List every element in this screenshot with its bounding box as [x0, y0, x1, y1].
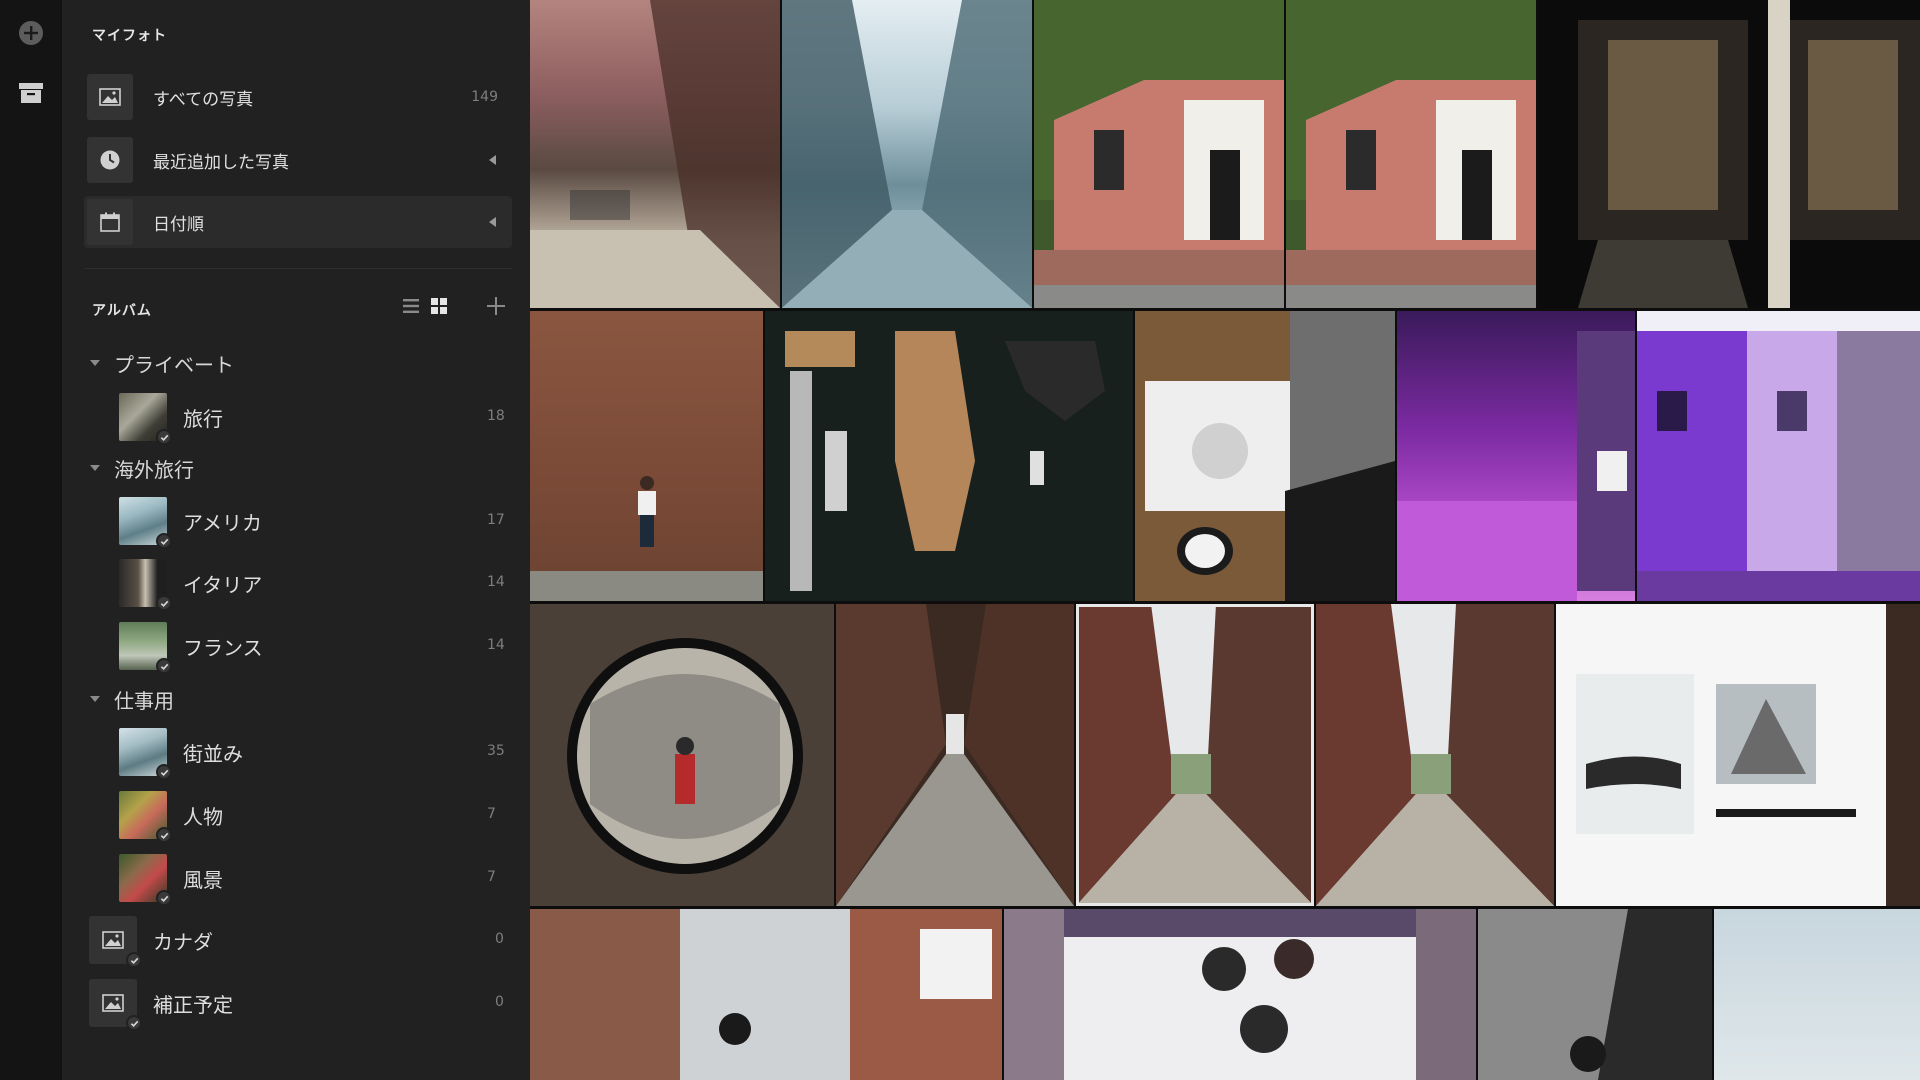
photo-thumbnail[interactable] — [530, 909, 1002, 1080]
album-thumbnail — [119, 728, 172, 780]
album-item-label: フランス — [183, 635, 263, 660]
album-item-italy[interactable]: イタリア — [119, 557, 263, 611]
photo-thumbnail[interactable] — [1135, 311, 1395, 601]
checkmark-icon — [156, 595, 172, 611]
photo-grid — [530, 0, 1920, 1080]
photo-thumbnail[interactable] — [530, 0, 780, 308]
album-item-streets[interactable]: 街並み — [119, 726, 243, 780]
album-item-label: イタリア — [183, 572, 263, 597]
photo-thumbnail[interactable] — [1714, 909, 1920, 1080]
photo-thumbnail[interactable] — [1076, 604, 1314, 906]
album-group-label: 海外旅行 — [114, 457, 194, 482]
album-thumbnail — [119, 559, 172, 611]
photo-thumbnail[interactable] — [765, 311, 1133, 601]
album-item-canada[interactable]: カナダ — [89, 914, 213, 968]
album-item-america[interactable]: アメリカ — [119, 495, 262, 549]
navigation-rail — [0, 0, 62, 1080]
album-item-count: 14 — [487, 574, 505, 590]
checkmark-icon — [156, 764, 172, 780]
album-thumbnail — [119, 497, 172, 549]
list-view-icon[interactable] — [401, 296, 421, 316]
album-item-label: 補正予定 — [153, 992, 233, 1017]
chevron-down-icon — [90, 696, 100, 702]
album-item-count: 7 — [487, 806, 496, 822]
albums-title: アルバム — [92, 303, 152, 319]
library-item-label: 最近追加した写真 — [153, 152, 289, 173]
album-thumbnail — [119, 393, 172, 445]
photo-thumbnail[interactable] — [1004, 909, 1476, 1080]
grid-view-icon[interactable] — [429, 296, 449, 316]
checkmark-icon — [156, 827, 172, 843]
album-item-count: 18 — [487, 408, 505, 424]
album-group-label: 仕事用 — [114, 688, 174, 713]
album-item-label: カナダ — [153, 929, 213, 954]
photo-icon — [89, 979, 142, 1031]
album-item-label: 旅行 — [183, 406, 223, 431]
clock-icon — [87, 137, 133, 183]
archive-icon[interactable] — [15, 77, 47, 109]
add-circle-icon[interactable] — [15, 17, 47, 49]
album-item-count: 0 — [495, 994, 504, 1010]
photo-thumbnail[interactable] — [1637, 311, 1920, 601]
expand-arrow-icon[interactable] — [489, 155, 496, 165]
sidebar: マイフォト すべての写真 149 最近追加した写真 日付順 アルバム プライベー — [62, 0, 530, 1080]
album-item-to-edit[interactable]: 補正予定 — [89, 977, 233, 1031]
photo-thumbnail[interactable] — [1478, 909, 1712, 1080]
album-item-count: 35 — [487, 743, 505, 759]
photo-thumbnail[interactable] — [836, 604, 1074, 906]
album-group-private[interactable]: プライベート — [90, 348, 234, 378]
photo-thumbnail[interactable] — [1316, 604, 1554, 906]
album-group-work[interactable]: 仕事用 — [90, 684, 174, 714]
photo-thumbnail[interactable] — [530, 604, 834, 906]
library-item-by-date[interactable]: 日付順 — [84, 196, 512, 248]
library-item-label: 日付順 — [153, 214, 204, 235]
album-thumbnail — [119, 622, 172, 674]
checkmark-icon — [126, 952, 142, 968]
photo-icon — [87, 74, 133, 120]
calendar-icon — [87, 199, 133, 245]
checkmark-icon — [156, 429, 172, 445]
chevron-down-icon — [90, 360, 100, 366]
photo-thumbnail[interactable] — [1286, 0, 1536, 308]
add-album-icon[interactable] — [484, 294, 508, 318]
photo-thumbnail[interactable] — [530, 311, 763, 601]
album-group-label: プライベート — [114, 352, 234, 377]
album-item-count: 0 — [495, 931, 504, 947]
album-item-label: 風景 — [183, 867, 223, 892]
checkmark-icon — [156, 890, 172, 906]
album-thumbnail — [119, 854, 172, 906]
library-item-recent[interactable]: 最近追加した写真 — [84, 134, 512, 186]
photo-thumbnail[interactable] — [782, 0, 1032, 308]
album-item-france[interactable]: フランス — [119, 620, 263, 674]
album-item-label: 人物 — [183, 804, 223, 829]
photo-icon — [89, 916, 142, 968]
album-item-travel[interactable]: 旅行 — [119, 391, 223, 445]
album-item-people[interactable]: 人物 — [119, 789, 223, 843]
checkmark-icon — [156, 533, 172, 549]
library-title: マイフォト — [92, 28, 167, 44]
album-item-count: 14 — [487, 637, 505, 653]
album-item-label: アメリカ — [183, 510, 262, 535]
album-group-overseas-travel[interactable]: 海外旅行 — [90, 453, 194, 483]
expand-arrow-icon[interactable] — [489, 217, 496, 227]
album-item-landscape[interactable]: 風景 — [119, 852, 223, 906]
checkmark-icon — [126, 1015, 142, 1031]
photo-thumbnail[interactable] — [1397, 311, 1635, 601]
chevron-down-icon — [90, 465, 100, 471]
photo-thumbnail[interactable] — [1538, 0, 1920, 308]
album-item-label: 街並み — [183, 741, 243, 766]
album-item-count: 17 — [487, 512, 505, 528]
library-item-all-photos[interactable]: すべての写真 149 — [84, 71, 512, 123]
checkmark-icon — [156, 658, 172, 674]
divider — [84, 268, 512, 269]
library-item-label: すべての写真 — [153, 89, 254, 110]
library-item-count: 149 — [471, 89, 498, 105]
photo-thumbnail[interactable] — [1034, 0, 1284, 308]
album-thumbnail — [119, 791, 172, 843]
photo-thumbnail[interactable] — [1556, 604, 1920, 906]
album-item-count: 7 — [487, 869, 496, 885]
